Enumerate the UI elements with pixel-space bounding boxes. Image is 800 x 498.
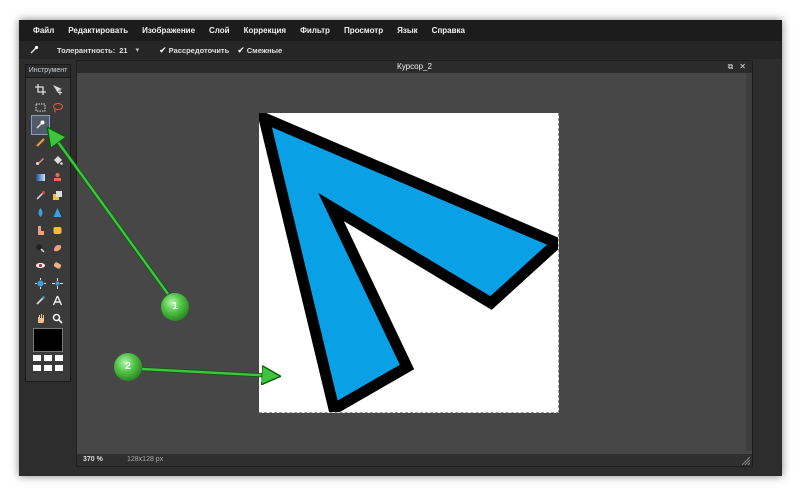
contiguous-label: Смежные (246, 45, 283, 55)
zoom-level[interactable]: 370 % (83, 454, 103, 466)
chevron-down-icon[interactable]: ▾ (136, 46, 140, 54)
menu-file[interactable]: Файл (19, 26, 61, 35)
text-tool[interactable] (49, 292, 66, 310)
tool-panel-title: Инструмент (26, 65, 70, 78)
sharpen-icon (53, 208, 62, 218)
menu-help[interactable]: Справка (425, 26, 472, 35)
antialias-checkbox[interactable]: ✔ Рассредоточить (159, 45, 229, 56)
lasso-tool[interactable] (49, 99, 66, 117)
document-titlebar[interactable]: Курсор_2 ⧉ ✕ (77, 61, 752, 73)
bloat-icon (35, 277, 46, 289)
gradient-icon (36, 174, 45, 182)
move-tool[interactable] (49, 81, 66, 99)
magic-wand-icon (36, 120, 45, 129)
image-canvas[interactable] (256, 108, 568, 418)
menu-edit[interactable]: Редактировать (61, 26, 135, 35)
marquee-icon (35, 103, 46, 112)
spot-heal-icon (53, 262, 62, 269)
brush-tool[interactable] (32, 151, 49, 169)
menu-language[interactable]: Язык (390, 26, 425, 35)
lasso-icon (53, 102, 63, 113)
menu-bar: Файл Редактировать Изображение Слой Корр… (19, 20, 782, 41)
magic-wand-tool[interactable] (31, 115, 50, 135)
red-eye-icon (36, 263, 45, 269)
empty-slot (49, 116, 66, 134)
tool-panel: Инструмент (25, 64, 71, 382)
menu-layer[interactable]: Слой (202, 26, 237, 35)
move-icon (53, 85, 62, 96)
sponge-tool[interactable] (49, 222, 66, 240)
annotation-label-2: 2 (125, 361, 131, 372)
document-window: Курсор_2 ⧉ ✕ 370 % 128x128 px (76, 60, 753, 467)
drawing-icon (53, 190, 62, 200)
bloat-tool[interactable] (32, 275, 49, 293)
tolerance-value[interactable]: 21 (119, 46, 127, 55)
crop-icon (35, 84, 46, 96)
blur-icon (38, 208, 43, 218)
resize-grip-icon[interactable] (742, 457, 750, 465)
hand-tool[interactable] (32, 310, 49, 328)
contiguous-checkbox[interactable]: ✔ Смежные (237, 45, 282, 56)
menu-image[interactable]: Изображение (135, 26, 202, 35)
zoom-tool[interactable] (49, 310, 66, 328)
menu-filter[interactable]: Фильтр (293, 26, 337, 35)
pencil-tool[interactable] (32, 134, 49, 152)
sponge-icon (53, 227, 62, 235)
app-window: Файл Редактировать Изображение Слой Корр… (19, 20, 782, 476)
smudge-tool[interactable] (32, 222, 49, 240)
checkmark-icon: ✔ (237, 44, 245, 55)
stamp-icon (54, 173, 61, 182)
zoom-icon (52, 313, 63, 324)
burn-icon (54, 244, 62, 251)
brush-icon (36, 157, 44, 165)
blur-tool[interactable] (32, 204, 49, 222)
canvas-area[interactable] (77, 73, 752, 451)
gradient-tool[interactable] (32, 169, 49, 187)
vertical-scrollbar[interactable] (746, 73, 752, 451)
sharpen-tool[interactable] (49, 204, 66, 222)
color-picker-tool[interactable] (32, 292, 49, 310)
menu-view[interactable]: Просмотр (337, 26, 390, 35)
pinch-tool[interactable] (49, 275, 66, 293)
cursor-arrow-artwork (256, 108, 568, 418)
marquee-tool[interactable] (32, 99, 49, 117)
crop-tool[interactable] (32, 81, 49, 99)
text-icon (52, 296, 63, 306)
options-bar: Толерантность: 21 ▾ ✔ Рассредоточить ✔ С… (19, 41, 782, 59)
maximize-icon[interactable]: ⧉ (728, 61, 734, 73)
pinch-icon (52, 277, 63, 289)
fill-bucket-icon (54, 155, 63, 165)
checkmark-icon: ✔ (159, 44, 167, 55)
spot-heal-tool[interactable] (49, 257, 66, 275)
grid-layout-icon[interactable] (33, 355, 63, 373)
tolerance-label: Толерантность: (57, 45, 116, 55)
red-eye-tool[interactable] (32, 257, 49, 275)
color-replace-tool[interactable] (32, 187, 49, 205)
image-size: 128x128 px (127, 456, 164, 463)
smudge-icon (38, 226, 44, 236)
tool-grid (31, 81, 66, 328)
antialias-label: Рассредоточить (168, 45, 230, 55)
hand-icon (38, 314, 44, 324)
burn-tool[interactable] (49, 239, 66, 257)
foreground-color-swatch[interactable] (33, 328, 63, 352)
document-title: Курсор_2 (397, 62, 432, 71)
empty-slot (49, 134, 66, 152)
color-replace-icon (36, 190, 45, 200)
color-picker-icon (36, 296, 45, 305)
annotation-label-1: 1 (172, 301, 178, 312)
dodge-tool[interactable] (32, 239, 49, 257)
menu-adjustment[interactable]: Коррекция (237, 26, 294, 35)
magic-wand-icon (30, 45, 39, 54)
fill-tool[interactable] (49, 151, 66, 169)
close-icon[interactable]: ✕ (739, 61, 746, 73)
dodge-icon (36, 243, 45, 253)
status-bar: 370 % 128x128 px (77, 454, 752, 466)
drawing-tool[interactable] (49, 187, 66, 205)
stamp-tool[interactable] (49, 169, 66, 187)
pencil-icon (36, 138, 45, 147)
